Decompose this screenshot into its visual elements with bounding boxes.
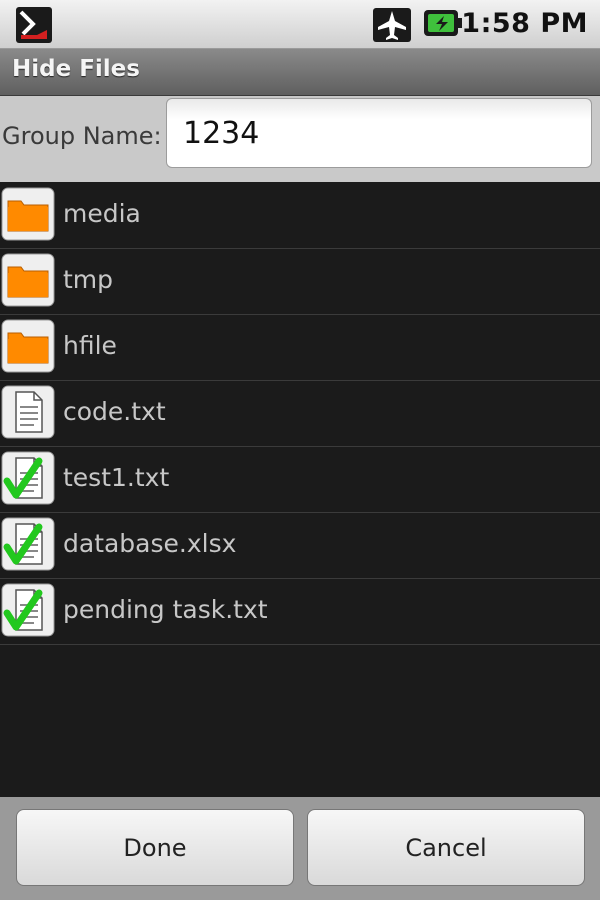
folder-icon xyxy=(1,319,55,373)
file-list-item[interactable]: media xyxy=(0,183,600,249)
file-list-item[interactable]: test1.txt xyxy=(0,447,600,513)
group-name-label: Group Name: xyxy=(2,122,162,150)
file-name: database.xlsx xyxy=(63,529,237,558)
file-name: tmp xyxy=(63,265,114,294)
file-list-item[interactable]: pending task.txt xyxy=(0,579,600,645)
file-list-item[interactable]: tmp xyxy=(0,249,600,315)
group-name-row: Group Name: xyxy=(0,96,600,182)
battery-charging-icon xyxy=(424,10,462,36)
status-bar: 1:58 PM xyxy=(0,0,600,49)
file-list-item[interactable]: database.xlsx xyxy=(0,513,600,579)
cancel-button[interactable]: Cancel xyxy=(307,809,585,886)
page-title: Hide Files xyxy=(12,56,140,82)
airplane-mode-icon xyxy=(373,8,411,42)
file-name: media xyxy=(63,199,141,228)
folder-icon xyxy=(1,187,55,241)
status-time: 1:58 PM xyxy=(461,8,588,39)
title-bar: Hide Files xyxy=(0,49,600,97)
button-bar: Done Cancel xyxy=(0,797,600,900)
checked-file-icon xyxy=(1,583,55,637)
app-notification-icon xyxy=(16,7,52,43)
checked-file-icon xyxy=(1,517,55,571)
file-list-item[interactable]: code.txt xyxy=(0,381,600,447)
folder-icon xyxy=(1,253,55,307)
text-file-icon xyxy=(1,385,55,439)
group-name-input[interactable] xyxy=(166,98,592,168)
file-name: hfile xyxy=(63,331,117,360)
file-name: code.txt xyxy=(63,397,166,426)
file-list-item[interactable]: hfile xyxy=(0,315,600,381)
checked-file-icon xyxy=(1,451,55,505)
done-button[interactable]: Done xyxy=(16,809,294,886)
file-name: test1.txt xyxy=(63,463,170,492)
file-name: pending task.txt xyxy=(63,595,268,624)
file-list: media tmp hfile code.txt test1.txt datab… xyxy=(0,183,600,645)
